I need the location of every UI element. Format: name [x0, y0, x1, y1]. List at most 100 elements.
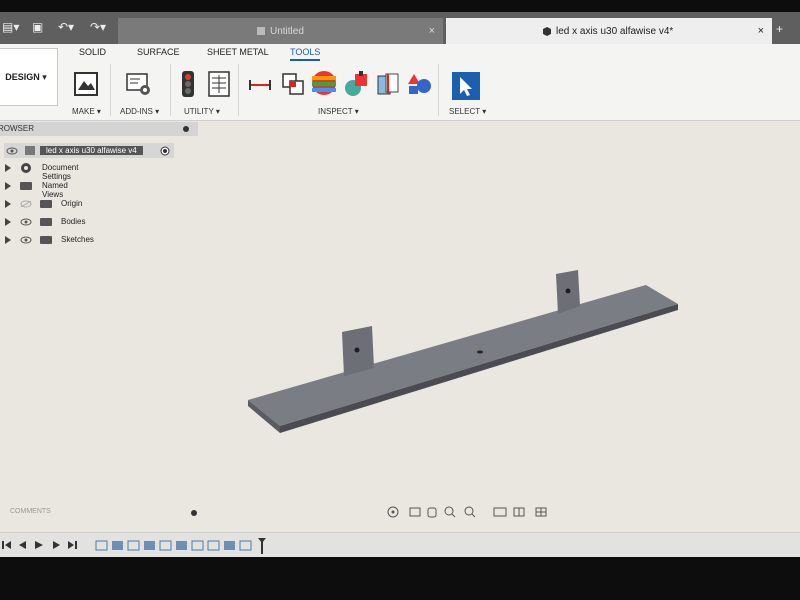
document-icon	[542, 26, 552, 36]
tab-sheet-metal[interactable]: SHEET METAL	[207, 47, 269, 57]
traffic-light-icon[interactable]	[179, 70, 197, 98]
curvature-zebra-icon[interactable]	[311, 70, 337, 96]
browser-title: ROWSER	[0, 124, 34, 133]
first-step-icon[interactable]	[2, 541, 11, 549]
tab-untitled-label: Untitled	[270, 25, 304, 37]
sketch-feature-icon[interactable]	[191, 540, 204, 551]
grid-settings-icon[interactable]	[513, 507, 525, 517]
folder-icon	[40, 218, 52, 226]
display-settings-icon[interactable]	[493, 507, 507, 517]
expand-triangle-icon[interactable]	[5, 182, 11, 190]
sketch-feature-icon[interactable]	[207, 540, 220, 551]
tab-tools[interactable]: TOOLS	[290, 47, 321, 61]
add-comment-icon[interactable]	[190, 509, 198, 517]
browser-root-component[interactable]: led x axis u30 alfawise v4	[4, 143, 174, 158]
extrude-feature-icon[interactable]	[224, 541, 235, 550]
zoom-icon[interactable]	[444, 506, 456, 518]
last-step-icon[interactable]	[68, 541, 77, 549]
file-menu-icon[interactable]: ▤▾	[2, 20, 19, 34]
3d-print-icon[interactable]	[73, 71, 99, 97]
tab-bar: ▤▾ ▣ ↶▾ ↷▾ Untitled × led x axis u30 alf…	[0, 12, 800, 44]
tab-solid[interactable]: SOLID	[79, 47, 106, 57]
workspace-switcher-button[interactable]: DESIGN ▾	[0, 48, 58, 106]
parameters-table-icon[interactable]	[207, 71, 231, 97]
navigation-bar	[387, 506, 547, 518]
undo-icon[interactable]: ↶▾	[58, 20, 74, 34]
utility-group-label[interactable]: UTILITY ▾	[184, 107, 220, 116]
viewports-icon[interactable]	[535, 507, 547, 517]
extrude-feature-icon[interactable]	[144, 541, 155, 550]
tab-surface[interactable]: SURFACE	[137, 47, 180, 57]
center-of-mass-icon[interactable]	[406, 72, 432, 96]
new-tab-icon[interactable]: +	[776, 22, 783, 36]
interference-icon[interactable]	[281, 72, 305, 96]
center-hole	[477, 350, 483, 354]
browser-item-label: Sketches	[61, 235, 94, 244]
close-icon[interactable]: ×	[758, 25, 764, 37]
close-icon[interactable]: ×	[429, 25, 435, 37]
timeline-playback-controls	[2, 541, 77, 549]
browser-item-label: Origin	[61, 199, 83, 208]
browser-item-label: Named Views	[42, 181, 68, 199]
draft-analysis-icon[interactable]	[343, 70, 369, 98]
browser-root-label: led x axis u30 alfawise v4	[40, 146, 143, 155]
step-forward-icon[interactable]	[53, 541, 60, 549]
step-back-icon[interactable]	[19, 541, 26, 549]
browser-item-label: Document Settings	[42, 163, 79, 181]
scripts-addins-icon[interactable]	[126, 71, 152, 97]
model-viewport[interactable]	[240, 260, 690, 440]
folder-icon	[40, 200, 52, 208]
divider	[170, 64, 171, 116]
folder-icon	[20, 182, 32, 190]
browser-collapse-icon[interactable]	[182, 125, 190, 133]
sketch-feature-icon[interactable]	[127, 540, 140, 551]
tab-active-document[interactable]: led x axis u30 alfawise v4* ×	[446, 18, 772, 44]
timeline-features	[95, 538, 266, 554]
tab-untitled[interactable]: Untitled ×	[118, 18, 443, 44]
activate-radio-icon[interactable]	[160, 146, 170, 156]
bracket-top-face[interactable]	[248, 285, 678, 426]
browser-item-label: Bodies	[61, 217, 86, 226]
tab-active-label: led x axis u30 alfawise v4*	[556, 25, 674, 37]
expand-triangle-icon[interactable]	[5, 200, 11, 208]
mounting-hole	[354, 347, 360, 353]
orbit-icon[interactable]	[387, 506, 399, 518]
timeline-bar	[0, 532, 800, 557]
sketch-feature-icon[interactable]	[239, 540, 252, 551]
make-group-label[interactable]: MAKE ▾	[72, 107, 101, 116]
redo-icon[interactable]: ↷▾	[90, 20, 106, 34]
select-cursor-icon[interactable]	[452, 72, 480, 100]
sketch-feature-icon[interactable]	[159, 540, 172, 551]
comments-label: COMMENTS	[10, 508, 51, 515]
divider	[238, 64, 239, 116]
mounting-hole	[565, 288, 571, 294]
extrude-feature-icon[interactable]	[112, 541, 123, 550]
expand-triangle-icon[interactable]	[5, 236, 11, 244]
gear-icon	[21, 163, 31, 173]
bracket-front-edge[interactable]	[280, 304, 678, 433]
look-at-icon[interactable]	[409, 507, 421, 517]
select-group-label[interactable]: SELECT ▾	[449, 107, 486, 116]
measure-icon[interactable]	[248, 77, 272, 93]
pan-hand-icon[interactable]	[427, 507, 437, 518]
fit-zoom-icon[interactable]	[464, 506, 476, 518]
fusion360-window: ▤▾ ▣ ↶▾ ↷▾ Untitled × led x axis u30 alf…	[0, 12, 800, 557]
component-icon	[25, 146, 35, 155]
save-icon[interactable]: ▣	[32, 20, 43, 34]
eye-icon[interactable]	[20, 236, 32, 244]
eye-icon[interactable]	[20, 218, 32, 226]
document-icon	[256, 26, 266, 36]
play-icon[interactable]	[35, 541, 43, 549]
timeline-marker-icon[interactable]	[258, 538, 266, 554]
browser-panel-header: ROWSER	[0, 122, 198, 136]
eye-icon[interactable]	[6, 147, 18, 155]
section-analysis-icon[interactable]	[376, 72, 400, 96]
inspect-group-label[interactable]: INSPECT ▾	[318, 107, 359, 116]
expand-triangle-icon[interactable]	[5, 218, 11, 226]
extrude-feature-icon[interactable]	[176, 541, 187, 550]
expand-triangle-icon[interactable]	[5, 164, 11, 172]
divider	[438, 64, 439, 116]
addins-group-label[interactable]: ADD-INS ▾	[120, 107, 159, 116]
eye-hidden-icon[interactable]	[20, 200, 32, 208]
sketch-feature-icon[interactable]	[95, 540, 108, 551]
